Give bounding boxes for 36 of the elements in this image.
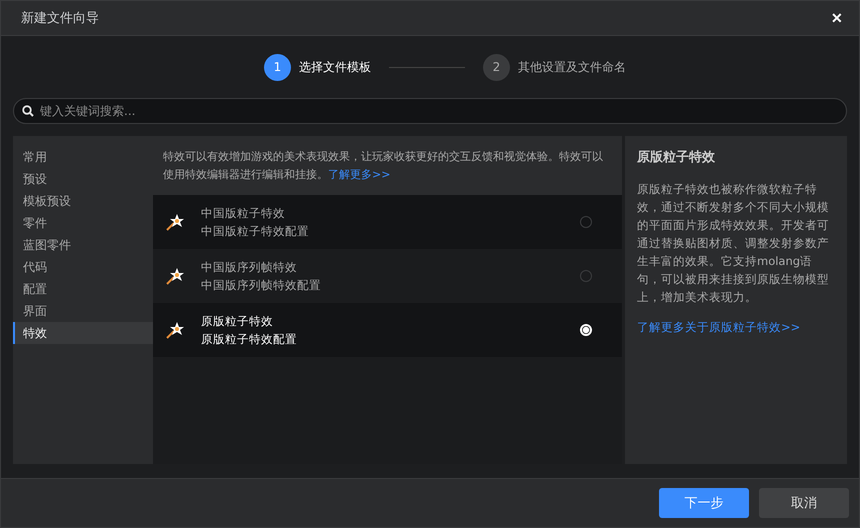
- sidebar-item[interactable]: 代码: [13, 256, 153, 278]
- radio-button[interactable]: [580, 270, 592, 282]
- magic-wand-icon: [165, 266, 185, 286]
- sidebar-item[interactable]: 常用: [13, 146, 153, 168]
- magic-wand-icon: [165, 212, 185, 232]
- template-title: 中国版序列帧特效: [201, 260, 298, 274]
- sidebar-item[interactable]: 零件: [13, 212, 153, 234]
- template-subtitle: 中国版粒子特效配置: [201, 224, 310, 238]
- sidebar-item[interactable]: 特效: [13, 322, 153, 344]
- step-label: 其他设置及文件命名: [518, 58, 626, 76]
- sidebar-item[interactable]: 预设: [13, 168, 153, 190]
- sidebar-item[interactable]: 蓝图零件: [13, 234, 153, 256]
- learn-more-link[interactable]: 了解更多>>: [328, 168, 390, 180]
- sidebar-item[interactable]: 模板预设: [13, 190, 153, 212]
- detail-description: 原版粒子特效也被称作微软粒子特效，通过不断发射多个不同大小规模的平面面片形成特效效果。开发者可通过替换贴图材质、调整发射参数产生丰富的效果。它支持molang语句，可以被用来挂接到原版生物模型上，增加美术表现力。: [637, 181, 830, 306]
- template-subtitle: 中国版序列帧特效配置: [201, 278, 322, 292]
- template-row[interactable]: 原版粒子特效 原版粒子特效配置: [153, 303, 622, 357]
- detail-link[interactable]: 了解更多关于原版粒子特效>>: [637, 320, 800, 335]
- search-field[interactable]: 键入关键词搜索...: [13, 98, 847, 124]
- template-row[interactable]: 中国版粒子特效 中国版粒子特效配置: [153, 195, 622, 249]
- radio-button[interactable]: [580, 216, 592, 228]
- intro-text: 特效可以有效增加游戏的美术表现效果，让玩家收获更好的交互反馈和视觉体验。特效可以使用特效编辑器进行编辑和挂接。了解更多>>: [163, 148, 604, 182]
- next-button[interactable]: 下一步: [659, 488, 749, 518]
- template-title: 原版粒子特效: [201, 314, 274, 328]
- sidebar-item[interactable]: 界面: [13, 300, 153, 322]
- template-subtitle: 原版粒子特效配置: [201, 332, 298, 346]
- detail-title: 原版粒子特效: [637, 149, 716, 166]
- step-number: 2: [483, 54, 510, 80]
- magic-wand-icon: [165, 320, 185, 340]
- sidebar-item[interactable]: 配置: [13, 278, 153, 300]
- close-button[interactable]: ✕: [827, 10, 847, 26]
- template-title: 中国版粒子特效: [201, 206, 286, 220]
- step-label: 选择文件模板: [299, 58, 371, 76]
- window-title: 新建文件向导: [21, 10, 99, 27]
- step-number: 1: [264, 54, 291, 80]
- cancel-button[interactable]: 取消: [759, 488, 849, 518]
